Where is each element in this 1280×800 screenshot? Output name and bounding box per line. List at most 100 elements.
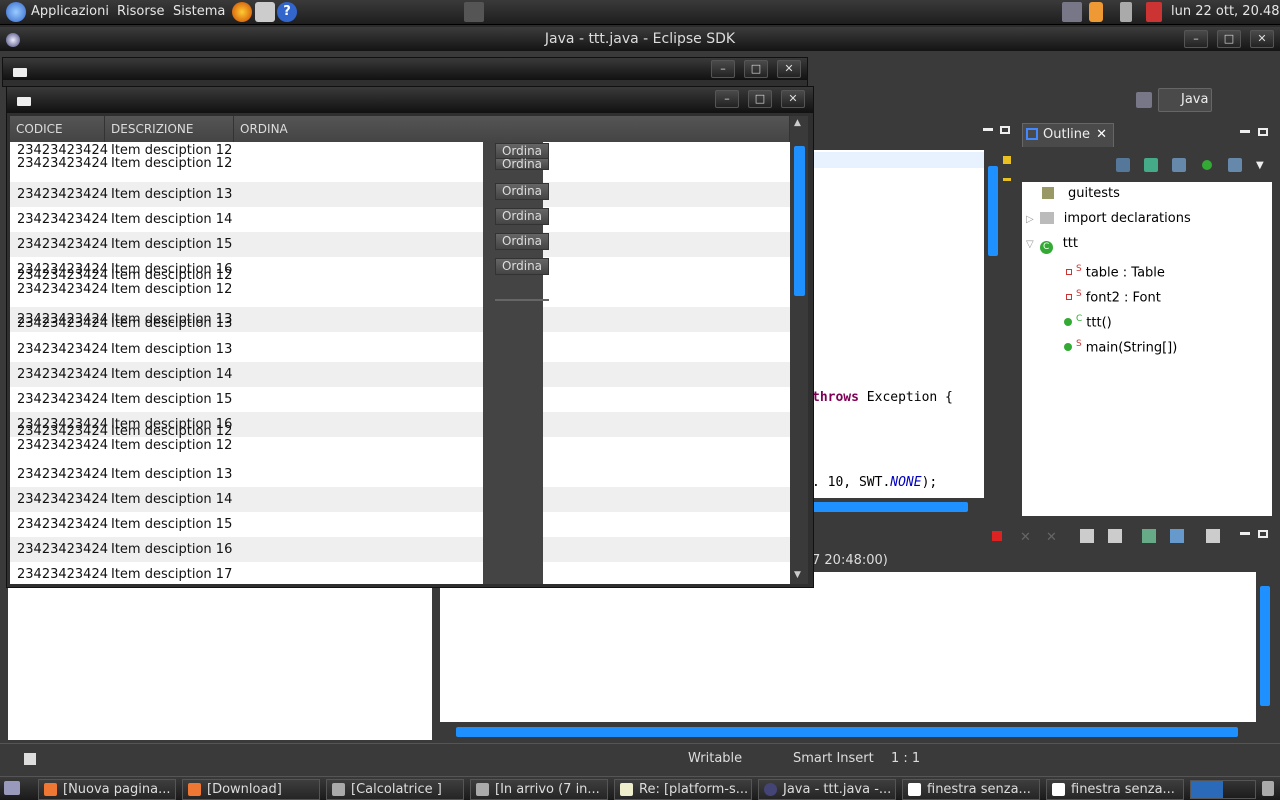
perspective-java-button[interactable]: Java [1158, 88, 1212, 112]
firefox-icon[interactable] [232, 2, 252, 22]
display-console-icon[interactable] [1170, 529, 1184, 543]
outline-item[interactable]: Smain(String[]) [1064, 332, 1177, 356]
outline-item[interactable]: Cttt() [1064, 307, 1112, 331]
task-button[interactable]: Re: [platform-s... [614, 779, 752, 800]
show-desktop-icon[interactable] [4, 781, 20, 795]
sort-icon[interactable] [1116, 158, 1130, 172]
outline-item[interactable]: guitests [1042, 182, 1120, 206]
table-scroll-thumb[interactable] [794, 146, 805, 296]
trash-icon[interactable] [1262, 781, 1274, 796]
task-button[interactable]: [Nuova pagina... [38, 779, 176, 800]
task-button[interactable]: [In arrivo (7 in... [470, 779, 608, 800]
outline-tree[interactable]: guitests ▷ import declarations ▽ Cttt Stab… [1022, 182, 1272, 516]
eclipse-minimize-button[interactable]: – [1184, 30, 1208, 48]
table-row[interactable]: 23423423424 Item desciption 14 [10, 487, 790, 512]
console-maximize-icon[interactable] [1258, 530, 1268, 538]
back-close-button[interactable]: ✕ [777, 60, 801, 78]
outline-item[interactable]: ▷ import declarations [1026, 207, 1191, 231]
workspace-switcher[interactable] [1190, 780, 1256, 799]
table-row[interactable]: 23423423424 Item desciption 13 [10, 182, 790, 207]
table-row[interactable]: 23423423424 Item desciption 13 [10, 462, 790, 487]
editor-scroll-thumb[interactable] [988, 166, 998, 256]
gnome-foot-icon[interactable] [6, 2, 26, 22]
clock[interactable]: lun 22 ott, 20.48 [1171, 4, 1280, 19]
editor-vertical-scrollbar[interactable] [986, 150, 1000, 498]
editor-hscroll-thumb[interactable] [812, 502, 968, 512]
table-row[interactable]: 23423423424 Item desciption 15 [10, 232, 790, 257]
clear-console-icon[interactable] [1080, 529, 1094, 543]
task-button[interactable]: finestra senza... [1046, 779, 1184, 800]
task-button[interactable]: [Calcolatrice ] [326, 779, 464, 800]
items-table[interactable]: CODICE DESCRIZIONE ORDINA 23423423424 Ite… [10, 116, 808, 584]
table-row[interactable]: 23423423424 Item desciption 14 [10, 207, 790, 232]
task-button[interactable]: Java - ttt.java -... [758, 779, 896, 800]
console-hscroll-thumb[interactable] [456, 727, 1238, 737]
menu-sistema[interactable]: Sistema [173, 4, 225, 19]
ordina-button[interactable]: Ordina [495, 258, 549, 275]
console-horizontal-scrollbar[interactable] [440, 724, 1256, 740]
scroll-lock-icon[interactable] [1108, 529, 1122, 543]
menu-risorse[interactable]: Risorse [117, 4, 165, 19]
editor-horizontal-scrollbar[interactable] [812, 500, 984, 514]
task-button[interactable]: [Download] [182, 779, 320, 800]
battery-icon[interactable] [1089, 2, 1103, 22]
ordina-button[interactable]: Ordina [495, 208, 549, 225]
column-header-codice[interactable]: CODICE [10, 116, 105, 142]
monitor-icon[interactable] [1062, 2, 1082, 22]
collapse-arrow-icon[interactable]: ▽ [1026, 239, 1034, 250]
close-icon[interactable]: ✕ [1096, 124, 1107, 146]
table-vertical-scrollbar[interactable]: ▲ ▼ [790, 116, 808, 584]
terminate-icon[interactable] [992, 531, 1002, 541]
logout-icon[interactable] [1146, 2, 1162, 22]
console-output[interactable] [440, 572, 1256, 722]
back-maximize-button[interactable]: □ [744, 60, 768, 78]
outline-maximize-icon[interactable] [1258, 128, 1268, 136]
outline-minimize-icon[interactable] [1240, 130, 1250, 133]
help-icon[interactable]: ? [277, 2, 297, 22]
console-vertical-scrollbar[interactable] [1258, 572, 1272, 722]
volume-icon[interactable] [1120, 2, 1132, 22]
menu-applicazioni[interactable]: Applicazioni [31, 4, 109, 19]
mail-icon[interactable] [255, 2, 275, 22]
shell-back-titlebar[interactable] [3, 58, 807, 80]
table-row[interactable]: 23423423424 Item desciption 15 [10, 512, 790, 537]
hide-nonpublic-icon[interactable] [1202, 160, 1212, 170]
editor-minimize-icon[interactable] [983, 128, 993, 131]
table-close-button[interactable]: ✕ [781, 90, 805, 108]
open-perspective-icon[interactable] [1136, 92, 1152, 108]
outline-item[interactable]: ▽ Cttt [1026, 232, 1078, 256]
workspace-1[interactable] [1191, 781, 1223, 798]
code-editor[interactable]: throws Exception { . 10, SWT.NONE); [812, 150, 984, 498]
fast-view-icon[interactable] [24, 753, 36, 765]
editor-maximize-icon[interactable] [1000, 126, 1010, 134]
table-row[interactable]: 23423423424 Item desciption 15 [10, 387, 790, 412]
scroll-down-icon[interactable]: ▼ [794, 570, 801, 580]
column-header-ordina[interactable]: ORDINA [234, 116, 790, 142]
shell-table-titlebar[interactable] [7, 87, 813, 113]
ordina-button[interactable]: Ordina [495, 158, 549, 170]
column-header-descrizione[interactable]: DESCRIZIONE [105, 116, 234, 142]
eclipse-maximize-button[interactable]: □ [1217, 30, 1241, 48]
table-row[interactable]: 23423423424 Item desciption 16 [10, 537, 790, 562]
outline-item[interactable]: Sfont2 : Font [1066, 282, 1161, 306]
table-row[interactable]: 23423423424 Item desciption 14 [10, 362, 790, 387]
network-applet-icon[interactable] [464, 2, 484, 22]
table-row[interactable]: 23423423424 Item desciption 17 [10, 562, 790, 584]
hide-localtypes-icon[interactable] [1228, 158, 1242, 172]
expand-arrow-icon[interactable]: ▷ [1026, 214, 1034, 225]
ordina-button[interactable]: Ordina [495, 183, 549, 200]
remove-launch-icon[interactable]: ✕ [1020, 530, 1031, 545]
scroll-up-icon[interactable]: ▲ [794, 118, 801, 128]
pin-console-icon[interactable] [1142, 529, 1156, 543]
open-console-icon[interactable] [1206, 529, 1220, 543]
task-button[interactable]: finestra senza... [902, 779, 1040, 800]
table-row[interactable]: 23423423424 Item desciption 13 [10, 337, 790, 362]
hide-fields-icon[interactable] [1144, 158, 1158, 172]
ordina-button[interactable]: Ordina [495, 233, 549, 250]
console-scroll-thumb[interactable] [1260, 586, 1270, 706]
back-minimize-button[interactable]: – [711, 60, 735, 78]
left-view[interactable] [8, 588, 432, 740]
outline-item[interactable]: Stable : Table [1066, 257, 1165, 281]
console-minimize-icon[interactable] [1240, 532, 1250, 535]
table-minimize-button[interactable]: – [715, 90, 739, 108]
